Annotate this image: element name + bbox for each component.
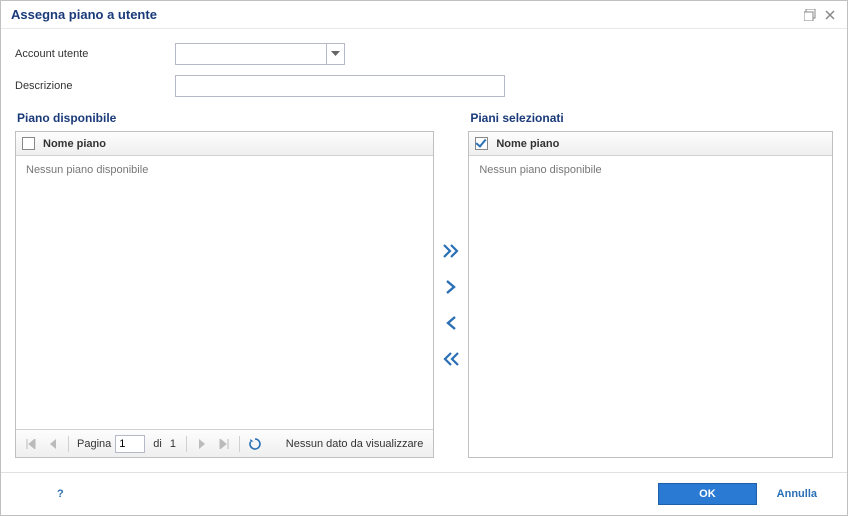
move-all-left-button[interactable] [440,348,462,370]
move-right-button[interactable] [440,276,462,298]
move-left-button[interactable] [440,312,462,334]
transfer-panels: Piano disponibile Nome piano Nessun pian… [15,111,833,458]
selected-grid-body: Nessun piano disponibile [469,156,832,457]
pager-of-label: di [153,438,162,450]
titlebar: Assegna piano a utente [1,1,847,29]
available-grid-body: Nessun piano disponibile [16,156,433,429]
form-row-account: Account utente [15,43,833,65]
chevron-down-icon[interactable] [326,44,344,64]
available-select-all-checkbox[interactable] [22,137,35,150]
available-grid: Nome piano Nessun piano disponibile P [15,131,434,458]
pager-prev-icon[interactable] [44,435,62,453]
titlebar-controls [803,8,837,22]
account-label: Account utente [15,48,175,60]
move-all-right-button[interactable] [440,240,462,262]
account-input[interactable] [176,44,326,64]
transfer-buttons [434,111,468,458]
pager-page-input[interactable] [115,435,145,453]
selected-empty-text: Nessun piano disponibile [479,164,601,176]
close-icon[interactable] [823,8,837,22]
account-combo[interactable] [175,43,345,65]
pager-total-pages: 1 [170,438,176,450]
pager-next-icon[interactable] [193,435,211,453]
available-column-name: Nome piano [43,138,106,150]
selected-grid-header: Nome piano [469,132,832,156]
available-empty-text: Nessun piano disponibile [26,164,148,176]
footer-actions: OK Annulla [658,483,817,505]
selected-title: Piani selezionati [468,111,833,131]
available-pager: Pagina di 1 [16,429,433,457]
form-row-descrizione: Descrizione [15,75,833,97]
restore-icon[interactable] [803,8,817,22]
available-grid-header: Nome piano [16,132,433,156]
descrizione-input[interactable] [175,75,505,97]
pager-separator-3 [239,436,240,452]
pager-first-icon[interactable] [22,435,40,453]
selected-grid: Nome piano Nessun piano disponibile [468,131,833,458]
selected-select-all-checkbox[interactable] [475,137,488,150]
available-panel: Piano disponibile Nome piano Nessun pian… [15,111,434,458]
pager-last-icon[interactable] [215,435,233,453]
selected-column-name: Nome piano [496,138,559,150]
dialog-window: Assegna piano a utente Account utente De… [0,0,848,516]
dialog-footer: ? OK Annulla [1,472,847,515]
pager-page-label: Pagina [77,438,111,450]
pager-separator [68,436,69,452]
cancel-button[interactable]: Annulla [777,488,817,500]
help-button[interactable]: ? [51,488,70,500]
pager-status-text: Nessun dato da visualizzare [286,438,428,450]
descrizione-label: Descrizione [15,80,175,92]
dialog-body: Account utente Descrizione Piano disponi… [1,29,847,472]
ok-button[interactable]: OK [658,483,757,505]
available-title: Piano disponibile [15,111,434,131]
selected-panel: Piani selezionati Nome piano Nessun pian… [468,111,833,458]
refresh-icon[interactable] [246,435,264,453]
pager-separator-2 [186,436,187,452]
window-title: Assegna piano a utente [11,7,157,22]
